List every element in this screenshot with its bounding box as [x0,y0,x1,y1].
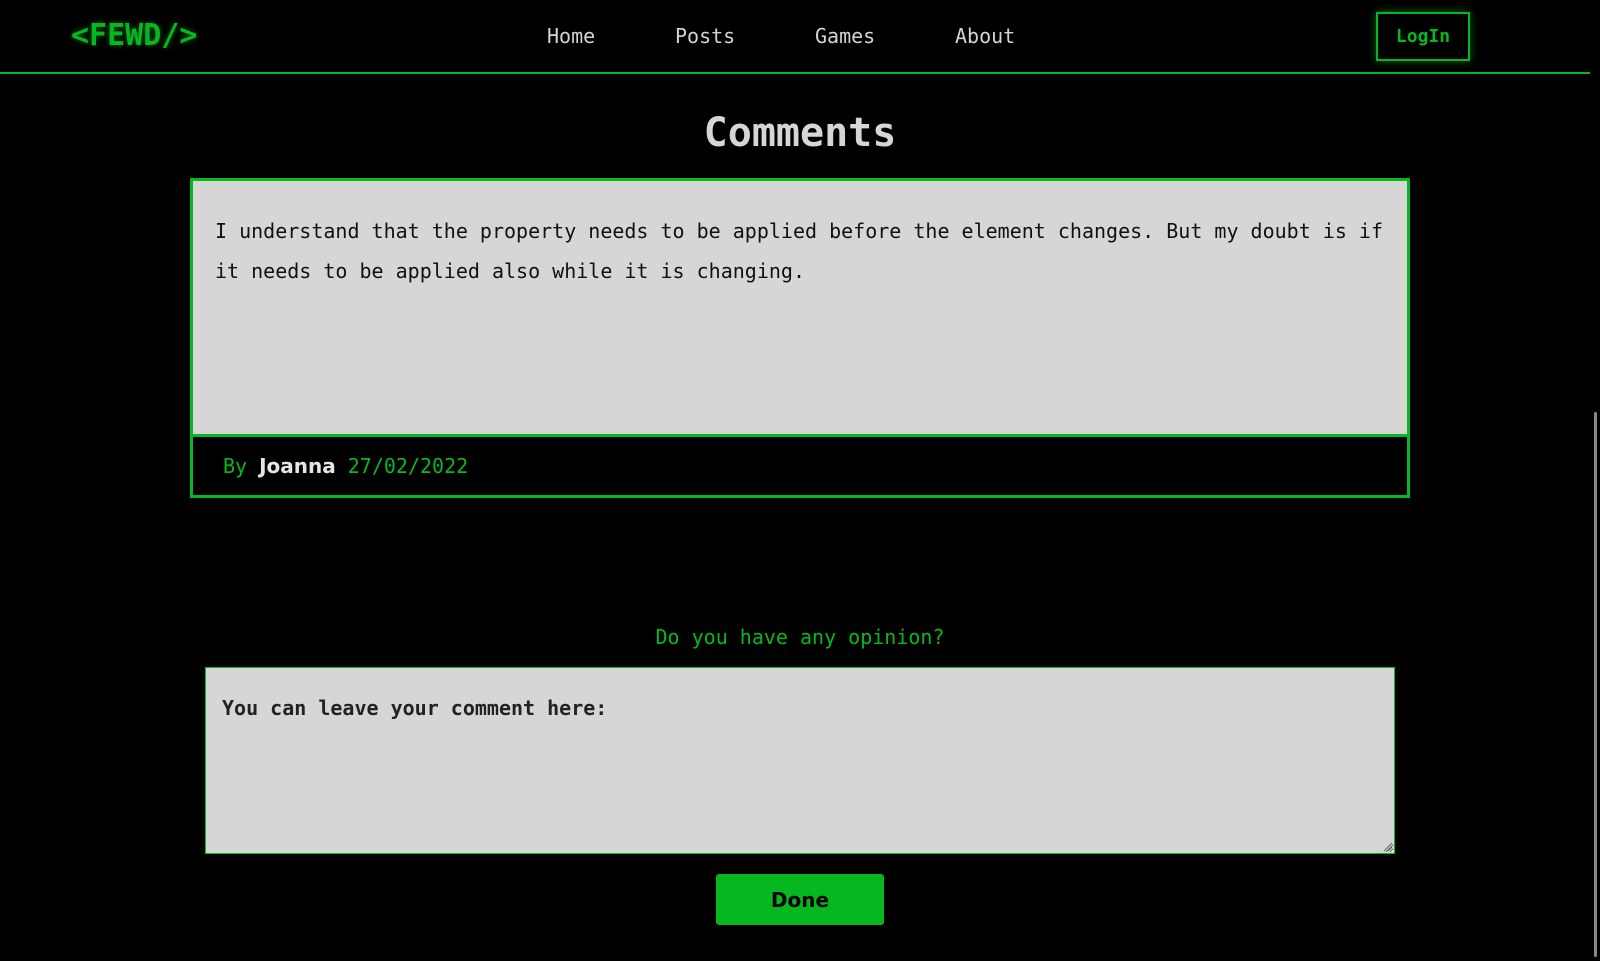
comment-by-label: By [223,454,248,478]
comment-text: I understand that the property needs to … [193,181,1407,437]
nav-link-about[interactable]: About [955,24,1015,48]
resize-grip-icon[interactable] [1381,840,1393,852]
comment-date: 27/02/2022 [347,454,469,478]
scrollbar-thumb[interactable] [1594,412,1597,957]
top-navbar: <FEWD/> Home Posts Games About LogIn [0,0,1600,74]
nav-link-games[interactable]: Games [815,24,875,48]
login-button[interactable]: LogIn [1376,12,1470,61]
comment-author: Joanna [259,454,336,478]
comments-title: Comments [703,110,897,156]
nav-link-posts[interactable]: Posts [675,24,735,48]
nav-link-home[interactable]: Home [547,24,595,48]
page: <FEWD/> Home Posts Games About LogIn Com… [0,0,1600,961]
comment-card: I understand that the property needs to … [190,178,1410,498]
comment-textarea[interactable] [205,667,1395,854]
comment-meta: By Joanna 27/02/2022 [193,437,1407,495]
done-button[interactable]: Done [716,874,884,925]
opinion-prompt: Do you have any opinion? [655,625,945,649]
site-logo[interactable]: <FEWD/> [71,18,197,53]
